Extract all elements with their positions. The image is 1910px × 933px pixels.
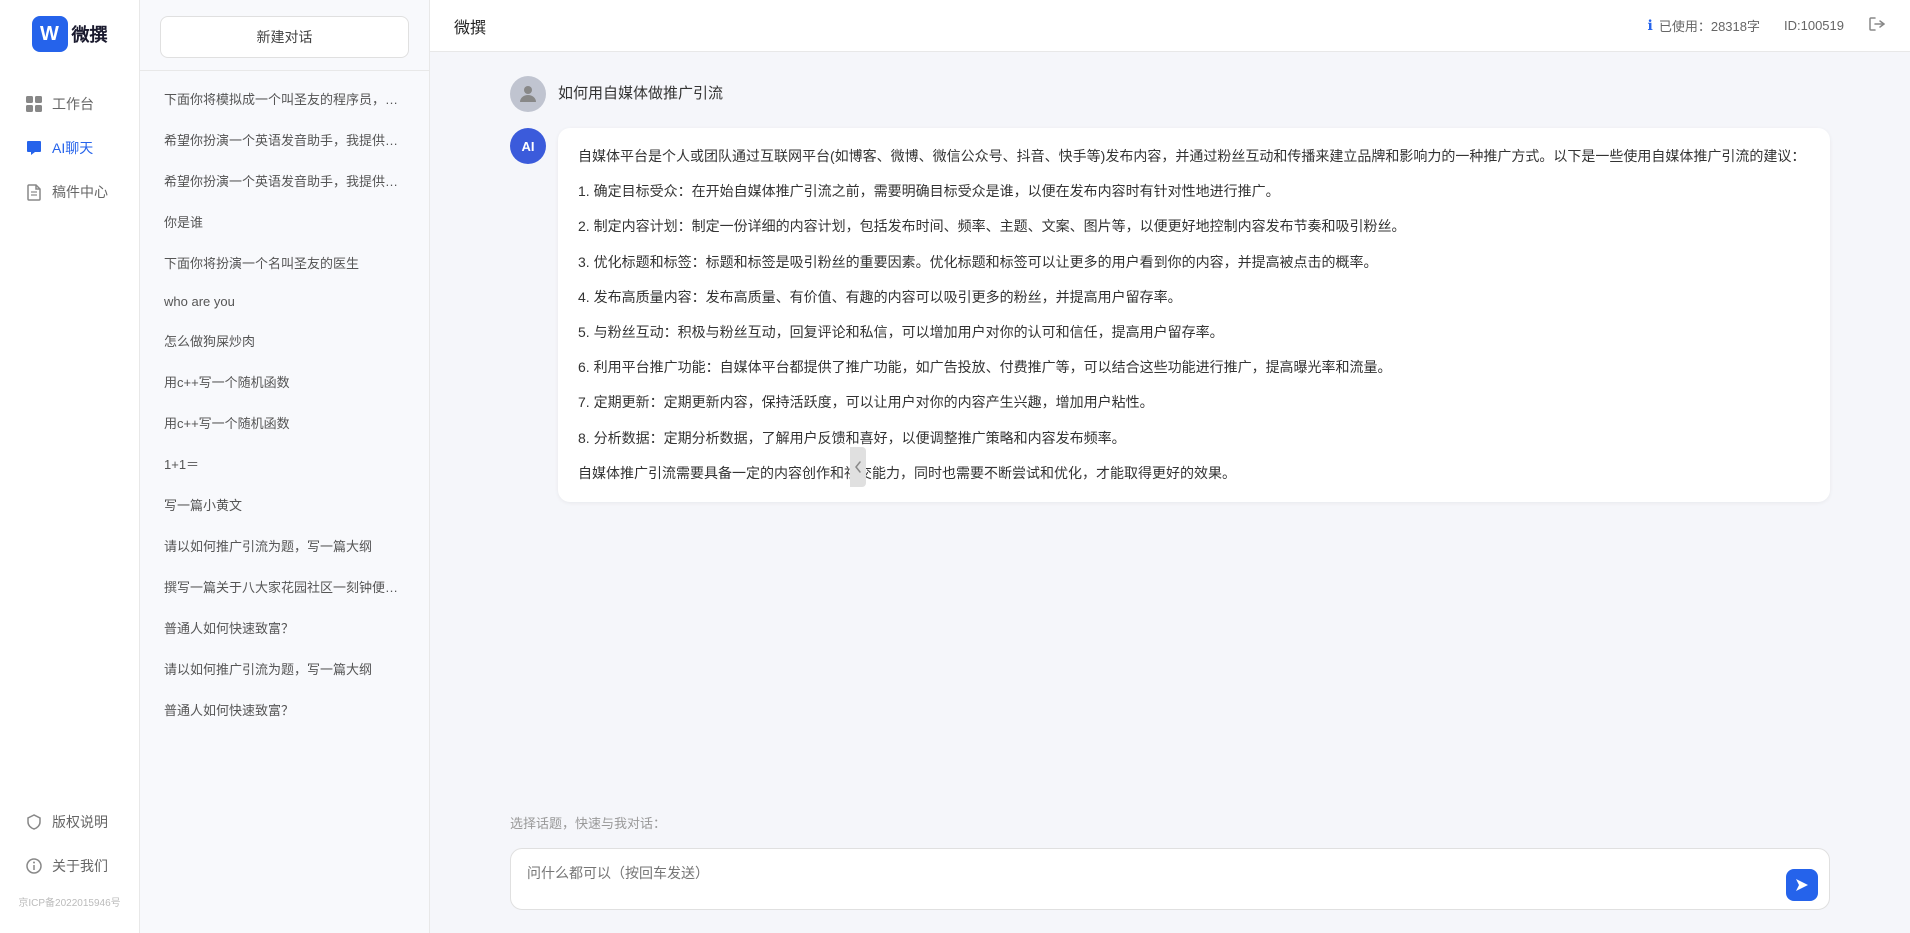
sidebar-item-drafts[interactable]: 稿件中心 <box>12 172 127 212</box>
sidebar-item-about[interactable]: 关于我们 <box>12 846 127 886</box>
ai-paragraph: 4. 发布高质量内容：发布高质量、有价值、有趣的内容可以吸引更多的粉丝，并提高用… <box>578 285 1810 310</box>
ai-paragraph: 5. 与粉丝互动：积极与粉丝互动，回复评论和私信，可以增加用户对你的认可和信任，… <box>578 320 1810 345</box>
chat-area: 如何用自媒体做推广引流 AI 自媒体平台是个人或团队通过互联网平台(如博客、微博… <box>430 52 1910 805</box>
nav-label-ai-chat: AI聊天 <box>52 138 93 158</box>
sidebar-item-ai-chat[interactable]: AI聊天 <box>12 128 127 168</box>
chat-list: 下面你将模拟成一个叫圣友的程序员，我说...希望你扮演一个英语发音助手，我提供给… <box>140 71 429 933</box>
chat-list-item[interactable]: 撰写一篇关于八大家花园社区一刻钟便民生... <box>152 567 417 606</box>
chat-list-item[interactable]: 下面你将扮演一个名叫圣友的医生 <box>152 243 417 282</box>
file-icon <box>24 182 44 202</box>
user-id: ID:100519 <box>1784 18 1844 33</box>
chat-list-item[interactable]: 你是谁 <box>152 202 417 241</box>
chat-icon <box>24 138 44 158</box>
ai-paragraph: 7. 定期更新：定期更新内容，保持活跃度，可以让用户对你的内容产生兴趣，增加用户… <box>578 390 1810 415</box>
logo-text: 微撰 <box>72 21 108 47</box>
icp-text: 京ICP备2022015946号 <box>12 890 127 913</box>
grid-icon <box>24 94 44 114</box>
logout-icon[interactable] <box>1868 15 1886 36</box>
nav-label-copyright: 版权说明 <box>52 812 108 832</box>
nav-bottom: 版权说明 关于我们 京ICP备2022015946号 <box>0 802 139 913</box>
chat-list-item[interactable]: 1+1＝ <box>152 444 417 483</box>
ai-paragraph: 6. 利用平台推广功能：自媒体平台都提供了推广功能，如广告投放、付费推广等，可以… <box>578 355 1810 380</box>
header-right: ℹ 已使用：28318字 ID:100519 <box>1648 15 1886 36</box>
shield-icon <box>24 812 44 832</box>
chat-list-item[interactable]: 希望你扮演一个英语发音助手，我提供给你... <box>152 120 417 159</box>
chat-list-item[interactable]: 用c++写一个随机函数 <box>152 403 417 442</box>
nav-label-about: 关于我们 <box>52 856 108 876</box>
usage-text: 已使用：28318字 <box>1659 16 1760 35</box>
ai-paragraph: 2. 制定内容计划：制定一份详细的内容计划，包括发布时间、频率、主题、文案、图片… <box>578 214 1810 239</box>
chat-list-item[interactable]: 用c++写一个随机函数 <box>152 362 417 401</box>
chat-list-item[interactable]: 下面你将模拟成一个叫圣友的程序员，我说... <box>152 79 417 118</box>
chat-list-item[interactable]: who are you <box>152 284 417 319</box>
chat-sidebar: 新建对话 下面你将模拟成一个叫圣友的程序员，我说...希望你扮演一个英语发音助手… <box>140 0 430 933</box>
ai-avatar: AI <box>510 128 546 164</box>
ai-paragraph: 8. 分析数据：定期分析数据，了解用户反馈和喜好，以便调整推广策略和内容发布频率… <box>578 426 1810 451</box>
logo-area: W 微撰 <box>22 16 118 52</box>
quick-topics: 选择话题，快速与我对话： <box>430 805 1910 836</box>
send-button[interactable] <box>1786 869 1818 901</box>
sidebar-item-copyright[interactable]: 版权说明 <box>12 802 127 842</box>
ai-message: AI 自媒体平台是个人或团队通过互联网平台(如博客、微博、微信公众号、抖音、快手… <box>510 128 1830 502</box>
nav-items: 工作台 AI聊天 稿件中心 <box>0 84 139 802</box>
chat-list-item[interactable]: 怎么做狗屎炒肉 <box>152 321 417 360</box>
usage-info: ℹ 已使用：28318字 <box>1648 16 1760 35</box>
chat-list-item[interactable]: 请以如何推广引流为题，写一篇大纲 <box>152 526 417 565</box>
ai-paragraph: 1. 确定目标受众：在开始自媒体推广引流之前，需要明确目标受众是谁，以便在发布内… <box>578 179 1810 204</box>
ai-paragraph: 自媒体平台是个人或团队通过互联网平台(如博客、微博、微信公众号、抖音、快手等)发… <box>578 144 1810 169</box>
ai-message-content: 自媒体平台是个人或团队通过互联网平台(如博客、微博、微信公众号、抖音、快手等)发… <box>558 128 1830 502</box>
usage-icon: ℹ <box>1648 17 1653 34</box>
sidebar-item-workbench[interactable]: 工作台 <box>12 84 127 124</box>
sidebar-header: 新建对话 <box>140 0 429 71</box>
ai-paragraph: 3. 优化标题和标签：标题和标签是吸引粉丝的重要因素。优化标题和标签可以让更多的… <box>578 250 1810 275</box>
chat-input[interactable] <box>510 848 1830 910</box>
chat-list-item[interactable]: 请以如何推广引流为题，写一篇大纲 <box>152 649 417 688</box>
input-area <box>430 836 1910 933</box>
chat-list-item[interactable]: 普通人如何快速致富？ <box>152 690 417 729</box>
main-title: 微撰 <box>454 14 486 38</box>
input-wrapper <box>510 848 1830 913</box>
nav-label-drafts: 稿件中心 <box>52 182 108 202</box>
quick-topics-label: 选择话题，快速与我对话： <box>510 816 666 831</box>
ai-paragraph: 自媒体推广引流需要具备一定的内容创作和社交能力，同时也需要不断尝试和优化，才能取… <box>578 461 1810 486</box>
main-content: 微撰 ℹ 已使用：28318字 ID:100519 如何 <box>430 0 1910 933</box>
info-icon <box>24 856 44 876</box>
user-message: 如何用自媒体做推广引流 <box>510 76 1830 112</box>
chat-list-item[interactable]: 希望你扮演一个英语发音助手，我提供给你... <box>152 161 417 200</box>
nav-label-workbench: 工作台 <box>52 94 94 114</box>
main-header: 微撰 ℹ 已使用：28318字 ID:100519 <box>430 0 1910 52</box>
logo-icon: W <box>32 16 68 52</box>
collapse-sidebar-button[interactable] <box>850 447 866 487</box>
left-navigation: W 微撰 工作台 AI聊天 <box>0 0 140 933</box>
user-avatar <box>510 76 546 112</box>
new-chat-button[interactable]: 新建对话 <box>160 16 409 58</box>
message-group: 如何用自媒体做推广引流 AI 自媒体平台是个人或团队通过互联网平台(如博客、微博… <box>510 76 1830 502</box>
user-message-text: 如何用自媒体做推广引流 <box>558 76 723 103</box>
chat-list-item[interactable]: 写一篇小黄文 <box>152 485 417 524</box>
chat-list-item[interactable]: 普通人如何快速致富？ <box>152 608 417 647</box>
